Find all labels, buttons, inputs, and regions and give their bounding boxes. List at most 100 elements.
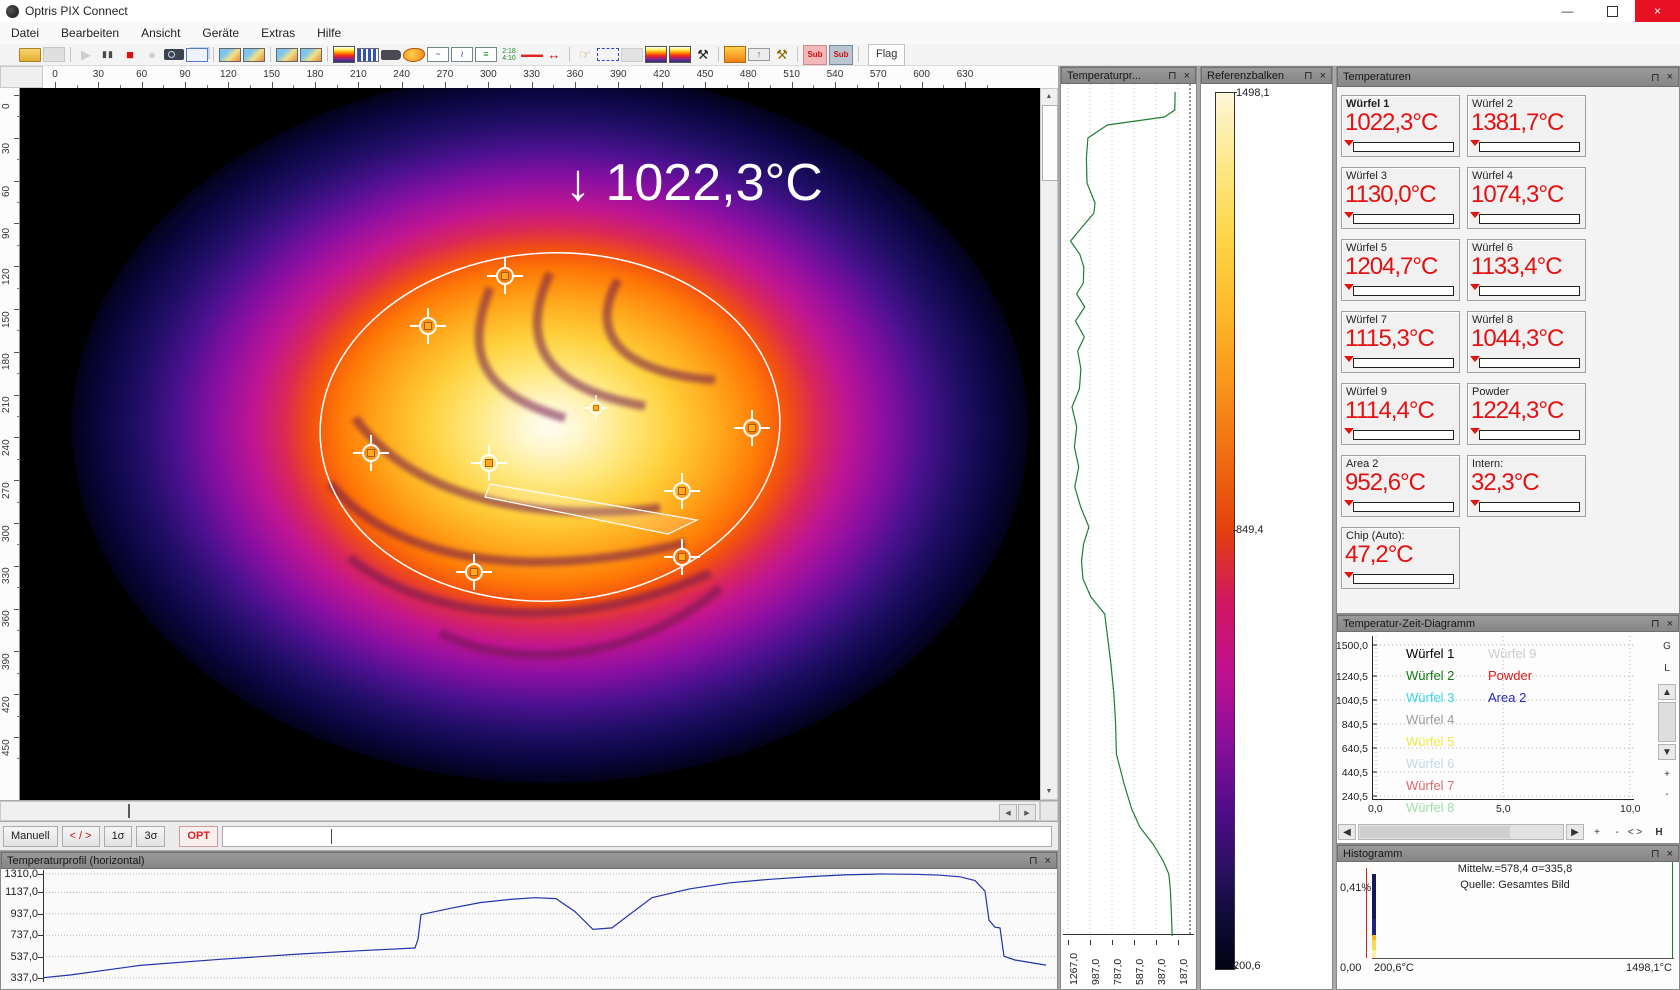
stop-record-icon[interactable]: ■ xyxy=(120,46,140,64)
scroll-right-icon[interactable]: ▶ xyxy=(1018,804,1036,821)
histogram-min-line[interactable] xyxy=(1366,868,1367,958)
save-icon[interactable] xyxy=(43,47,65,62)
vprofile-header[interactable]: Temperaturpr... ⊓ × xyxy=(1061,67,1196,84)
record-icon[interactable]: ● xyxy=(142,46,162,64)
legend-item-w-rfel-5[interactable]: Würfel 5 xyxy=(1406,734,1454,749)
pin-icon[interactable]: ⊓ xyxy=(1304,69,1313,82)
close-icon[interactable]: × xyxy=(1184,70,1190,82)
palette-shift-left-icon[interactable] xyxy=(669,46,691,63)
profile-curve-icon[interactable]: ~ xyxy=(427,47,449,62)
time-scroll-down-icon[interactable]: ▼ xyxy=(1658,744,1676,760)
close-icon[interactable]: × xyxy=(1667,848,1673,860)
fullscreen-icon[interactable] xyxy=(597,48,619,61)
line-marks-icon[interactable]: ▬▬▬ xyxy=(521,46,542,64)
color-tool-icon[interactable] xyxy=(403,48,425,62)
close-icon[interactable]: × xyxy=(1667,71,1673,83)
legend-item-area-2[interactable]: Area 2 xyxy=(1488,690,1526,705)
legend-item-w-rfel-8[interactable]: Würfel 8 xyxy=(1406,800,1454,815)
thermal-image[interactable]: ↓ 1022,3°C xyxy=(20,88,1040,800)
time-scroll-right-icon[interactable]: ▶ xyxy=(1566,824,1584,840)
placeholder-icon[interactable] xyxy=(621,48,643,62)
time-l-button[interactable]: L xyxy=(1658,660,1676,676)
profile-vertical-icon[interactable]: ≀ xyxy=(451,47,473,62)
maximize-button[interactable] xyxy=(1590,0,1635,22)
sigma1-button[interactable]: 1σ xyxy=(104,826,133,847)
pin-icon[interactable]: ⊓ xyxy=(1651,617,1660,630)
legend-item-w-rfel-4[interactable]: Würfel 4 xyxy=(1406,712,1454,727)
time-hold-button[interactable]: H xyxy=(1650,824,1668,840)
hprofile-header[interactable]: Temperaturprofil (horizontal) ⊓ × xyxy=(1,852,1057,869)
measure-distance-icon[interactable]: ↔ xyxy=(544,46,564,64)
histogram-max-line[interactable] xyxy=(1672,862,1673,958)
save-subtract-icon[interactable]: Sub xyxy=(829,45,853,65)
open-file-icon[interactable] xyxy=(19,48,41,62)
time-scroll-left-icon[interactable]: ◀ xyxy=(1338,824,1356,840)
menu-item-hilfe[interactable]: Hilfe xyxy=(306,23,352,43)
subtract-icon[interactable]: Sub xyxy=(803,45,827,65)
snapshot-icon[interactable] xyxy=(164,49,184,60)
image-horizontal-scrollbar[interactable]: ◀ ▶ xyxy=(0,801,1040,821)
histogram-header[interactable]: Histogramm ⊓ × xyxy=(1337,845,1679,862)
extended-tools-icon[interactable]: ⚒ xyxy=(772,46,792,64)
video-camera-icon[interactable] xyxy=(381,50,401,60)
pin-icon[interactable]: ⊓ xyxy=(1168,69,1177,82)
sigma3-button[interactable]: 3σ xyxy=(136,826,165,847)
scroll-up-icon[interactable]: ▲ xyxy=(1041,89,1057,104)
hand-cursor-icon[interactable]: ☞ xyxy=(575,46,595,64)
legend-item-w-rfel-2[interactable]: Würfel 2 xyxy=(1406,668,1454,683)
save-image-icon[interactable] xyxy=(219,48,241,62)
legend-item-w-rfel-6[interactable]: Würfel 6 xyxy=(1406,756,1454,771)
time-scrollbar[interactable] xyxy=(1358,824,1564,840)
scroll-left-icon[interactable]: ◀ xyxy=(999,804,1017,821)
menu-item-datei[interactable]: Datei xyxy=(0,23,50,43)
time-scroll-thumb[interactable] xyxy=(1360,826,1510,838)
menu-item-geräte[interactable]: Geräte xyxy=(191,23,250,43)
close-icon[interactable]: × xyxy=(1320,70,1326,82)
vertical-scroll-thumb[interactable] xyxy=(1042,105,1058,181)
tools-icon[interactable]: ⚒ xyxy=(693,46,713,64)
pin-icon[interactable]: ⊓ xyxy=(1651,71,1660,84)
menu-item-bearbeiten[interactable]: Bearbeiten xyxy=(50,23,130,43)
time-zoom-in-vertical[interactable]: + xyxy=(1658,766,1676,782)
refbar-header[interactable]: Referenzbalken ⊓ × xyxy=(1201,67,1332,84)
scroll-down-icon[interactable]: ▼ xyxy=(1041,784,1057,799)
copy-image-icon[interactable] xyxy=(243,48,265,62)
histogram-icon[interactable] xyxy=(357,48,379,62)
alarm-bar-icon[interactable] xyxy=(724,46,746,63)
palette-bar-icon[interactable] xyxy=(333,46,355,63)
pin-icon[interactable]: ⊓ xyxy=(1029,854,1038,867)
time-fit-button[interactable]: < > xyxy=(1626,824,1644,840)
flag-button[interactable]: Flag xyxy=(868,44,905,66)
legend-item-w-rfel-1[interactable]: Würfel 1 xyxy=(1406,646,1454,661)
prev-next-button[interactable]: < / > xyxy=(62,826,100,847)
auto-scale-icon[interactable]: ↑ xyxy=(748,48,770,61)
pin-icon[interactable]: ⊓ xyxy=(1651,847,1660,860)
time-vertical-scrollbar[interactable] xyxy=(1658,702,1676,742)
timechart-header[interactable]: Temperatur-Zeit-Diagramm ⊓ × xyxy=(1337,615,1679,632)
opt-button[interactable]: OPT xyxy=(179,826,218,847)
time-scroll-up-icon[interactable]: ▲ xyxy=(1658,684,1676,700)
legend-item-w-rfel-9[interactable]: Würfel 9 xyxy=(1488,646,1536,661)
menu-item-extras[interactable]: Extras xyxy=(250,23,306,43)
scale-track[interactable] xyxy=(222,826,1052,847)
minimize-button[interactable]: — xyxy=(1545,0,1590,22)
legend-item-powder[interactable]: Powder xyxy=(1488,668,1532,683)
menu-item-ansicht[interactable]: Ansicht xyxy=(130,23,191,43)
time-zoom-out-button[interactable]: - xyxy=(1608,824,1626,840)
time-zoom-out-vertical[interactable]: - xyxy=(1658,786,1676,802)
play-icon[interactable]: ▶ xyxy=(76,46,96,64)
pause-icon[interactable]: ▮▮ xyxy=(98,46,118,64)
close-icon[interactable]: × xyxy=(1045,855,1051,867)
close-icon[interactable]: × xyxy=(1667,618,1673,630)
palette-shift-right-icon[interactable] xyxy=(645,46,667,63)
scale-cursor[interactable] xyxy=(331,829,332,844)
apply-palette-icon[interactable] xyxy=(300,48,322,62)
digital-display-icon[interactable]: 2:18 4:10 xyxy=(499,46,519,64)
copy-icon[interactable] xyxy=(186,48,208,62)
legend-item-w-rfel-3[interactable]: Würfel 3 xyxy=(1406,690,1454,705)
close-button[interactable]: × xyxy=(1635,0,1680,22)
time-g-button[interactable]: G xyxy=(1658,638,1676,654)
time-zoom-in-button[interactable]: + xyxy=(1588,824,1606,840)
scroll-position-marker[interactable] xyxy=(128,804,130,818)
image-vertical-scrollbar[interactable]: ▲ ▼ xyxy=(1040,88,1058,800)
